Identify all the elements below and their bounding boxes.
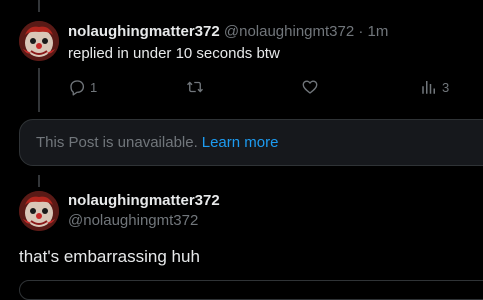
thread-line <box>38 175 40 187</box>
post-timestamp[interactable]: 1m <box>368 23 389 40</box>
embedded-card[interactable] <box>19 280 483 300</box>
separator-dot: · <box>358 23 364 40</box>
post-actions: 1 3 <box>68 77 468 97</box>
post-author-block: nolaughingmatter372 @nolaughingmt372 <box>68 191 220 231</box>
clown-avatar-image <box>19 191 59 231</box>
views-icon <box>422 81 435 94</box>
avatar[interactable] <box>19 191 59 231</box>
author-display-name[interactable]: nolaughingmatter372 <box>68 23 220 40</box>
unavailable-post-card: This Post is unavailable. Learn more <box>19 119 483 166</box>
thread-line <box>38 68 40 112</box>
post-text: replied in under 10 seconds btw <box>68 45 280 62</box>
post-author-row: nolaughingmatter372 @nolaughingmt372 · 1… <box>68 22 388 42</box>
heart-icon <box>302 80 318 94</box>
views-count: 3 <box>442 79 450 95</box>
author-display-name[interactable]: nolaughingmatter372 <box>68 191 220 211</box>
post-text: that's embarrassing huh <box>19 247 200 266</box>
learn-more-link[interactable]: Learn more <box>202 134 279 151</box>
like-button[interactable] <box>301 77 323 97</box>
clown-avatar-image <box>19 21 59 61</box>
reply-icon <box>70 80 85 96</box>
repost-icon <box>187 81 203 93</box>
views-button[interactable]: 3 <box>420 77 449 97</box>
author-handle[interactable]: @nolaughingmt372 <box>224 23 354 40</box>
repost-button[interactable] <box>186 77 208 97</box>
reply-count: 1 <box>90 79 98 95</box>
reply-button[interactable]: 1 <box>68 77 97 97</box>
thread-line <box>38 0 40 12</box>
avatar[interactable] <box>19 21 59 61</box>
author-handle[interactable]: @nolaughingmt372 <box>68 211 220 231</box>
unavailable-message: This Post is unavailable. <box>36 134 198 151</box>
